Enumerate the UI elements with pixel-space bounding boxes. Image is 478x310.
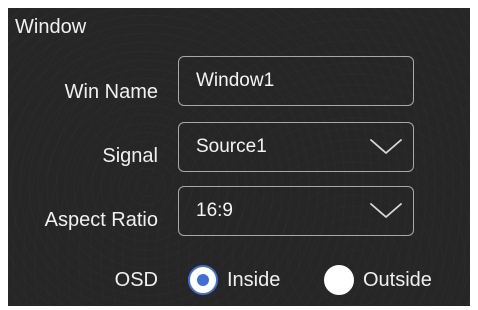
signal-label: Signal [102, 145, 158, 167]
win-name-field[interactable]: Window1 [178, 56, 414, 106]
aspect-ratio-selected-value: 16:9 [196, 200, 233, 221]
osd-row: OSD Inside Outside [8, 263, 470, 297]
radio-checked-icon[interactable] [188, 265, 218, 295]
osd-outside-label: Outside [363, 268, 432, 291]
panel-title: Window [15, 16, 87, 38]
osd-label: OSD [114, 269, 158, 291]
window-settings-panel: Window Win Name Window1 Signal Source1 A… [8, 8, 470, 306]
osd-inside-radio[interactable]: Inside [188, 263, 280, 297]
signal-selected-value: Source1 [196, 136, 267, 157]
aspect-ratio-select[interactable]: 16:9 [178, 186, 414, 236]
osd-inside-label: Inside [227, 268, 281, 291]
signal-select[interactable]: Source1 [178, 122, 414, 172]
radio-unchecked-icon[interactable] [324, 265, 354, 295]
osd-outside-radio[interactable]: Outside [324, 263, 432, 297]
win-name-label: Win Name [64, 81, 158, 103]
win-name-value: Window1 [196, 70, 275, 91]
chevron-down-icon[interactable] [369, 138, 403, 156]
chevron-down-icon[interactable] [369, 202, 403, 220]
aspect-ratio-label: Aspect Ratio [44, 209, 158, 231]
